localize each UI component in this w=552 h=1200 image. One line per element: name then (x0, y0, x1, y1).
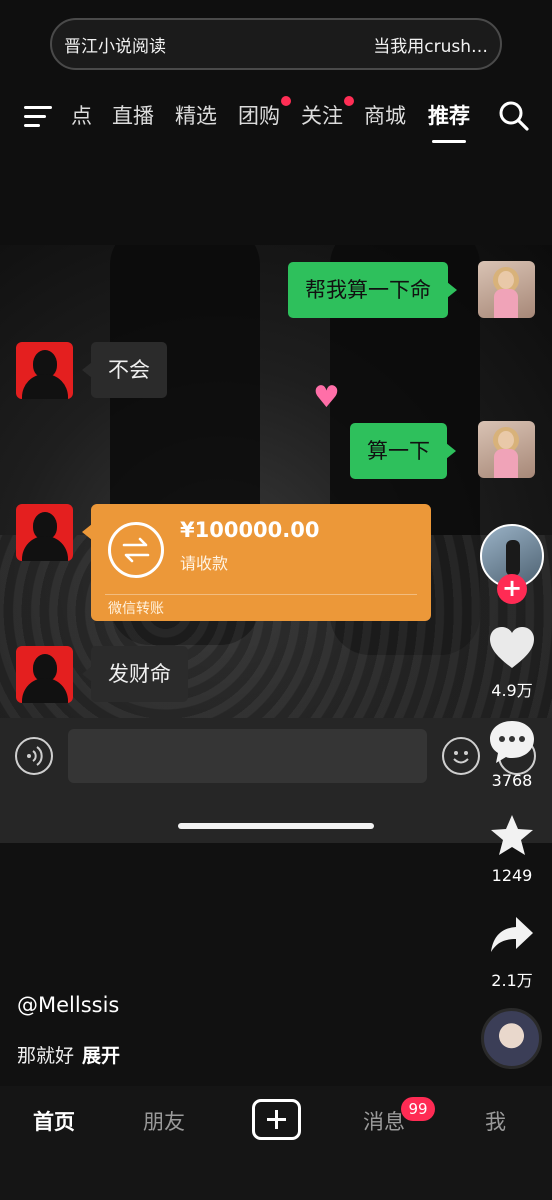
home-indicator (178, 823, 374, 829)
transfer-amount: ¥100000.00 (180, 518, 320, 542)
messages-badge: 99 (401, 1097, 435, 1121)
tab-following[interactable]: 关注 (301, 100, 343, 130)
receiver-avatar (16, 342, 73, 399)
chat-bubble-sent: 算一下 (350, 423, 456, 479)
chat-bubble-received: 发财命 (82, 646, 188, 702)
menu-icon[interactable] (24, 104, 52, 128)
tab-mall[interactable]: 商城 (364, 100, 406, 130)
receiver-avatar (16, 646, 73, 703)
tab-live[interactable]: 直播 (112, 100, 154, 130)
bottom-nav: 首页 朋友 消息 99 我 (0, 1086, 552, 1200)
top-nav: 点 直播 精选 团购 关注 商城 推荐 (0, 90, 552, 146)
voice-icon (15, 737, 53, 775)
like-count: 4.9万 (491, 681, 533, 700)
chat-bubble-sent: 帮我算一下命 (288, 262, 457, 318)
nav-friends[interactable]: 朋友 (143, 1106, 185, 1136)
chat-text-field (68, 729, 427, 783)
transfer-arrows-icon (108, 522, 164, 578)
emoji-icon (442, 737, 480, 775)
transfer-divider (105, 594, 417, 595)
receiver-avatar (16, 504, 73, 561)
transfer-footer: 微信转账 (108, 601, 164, 617)
search-icon[interactable] (498, 100, 530, 132)
share-icon[interactable] (480, 915, 544, 959)
tab-group-buy[interactable]: 团购 (238, 100, 280, 130)
mini-player-left-text: 晋江小说阅读 (64, 36, 166, 57)
caption-text: 那就好 (17, 1045, 75, 1067)
sender-avatar (478, 261, 535, 318)
nav-home[interactable]: 首页 (33, 1106, 75, 1136)
favorite-star-icon[interactable] (480, 813, 544, 861)
favorite-count: 1249 (491, 866, 533, 885)
tab-featured[interactable]: 精选 (175, 100, 217, 130)
expand-link[interactable]: 展开 (82, 1045, 120, 1067)
chat-bubble-received: 不会 (82, 342, 167, 398)
create-plus-button[interactable] (252, 1099, 301, 1140)
wechat-transfer-card: ¥100000.00 请收款 微信转账 (82, 504, 431, 621)
following-dot (344, 96, 354, 106)
group-buy-dot (281, 96, 291, 106)
tab-recommend[interactable]: 推荐 (428, 100, 470, 130)
mini-player-right-text: 当我用crush… (373, 36, 488, 57)
heart-emoji-icon: ♥ (313, 380, 340, 415)
sender-avatar (478, 421, 535, 478)
transfer-status: 请收款 (180, 554, 229, 573)
nav-messages[interactable]: 消息 (363, 1106, 405, 1136)
post-caption: 那就好 展开 (17, 1041, 120, 1068)
active-tab-underline (432, 140, 466, 143)
comment-icon[interactable] (480, 718, 544, 770)
comment-count: 3768 (491, 771, 533, 790)
author-username[interactable]: @Mellssis (17, 993, 119, 1017)
share-count: 2.1万 (491, 971, 533, 990)
follow-plus-button[interactable]: + (497, 574, 527, 604)
music-disc-icon[interactable] (481, 1008, 542, 1069)
mini-player-banner[interactable]: 晋江小说阅读 当我用crush… (50, 18, 502, 70)
video-frame[interactable]: ♥ 帮我算一下命 不会 算一下 ¥100000.00 请收款 微信转账 发财命 (0, 245, 552, 843)
like-icon[interactable] (480, 626, 544, 674)
tab-dian[interactable]: 点 (71, 100, 92, 130)
nav-me[interactable]: 我 (485, 1106, 506, 1136)
